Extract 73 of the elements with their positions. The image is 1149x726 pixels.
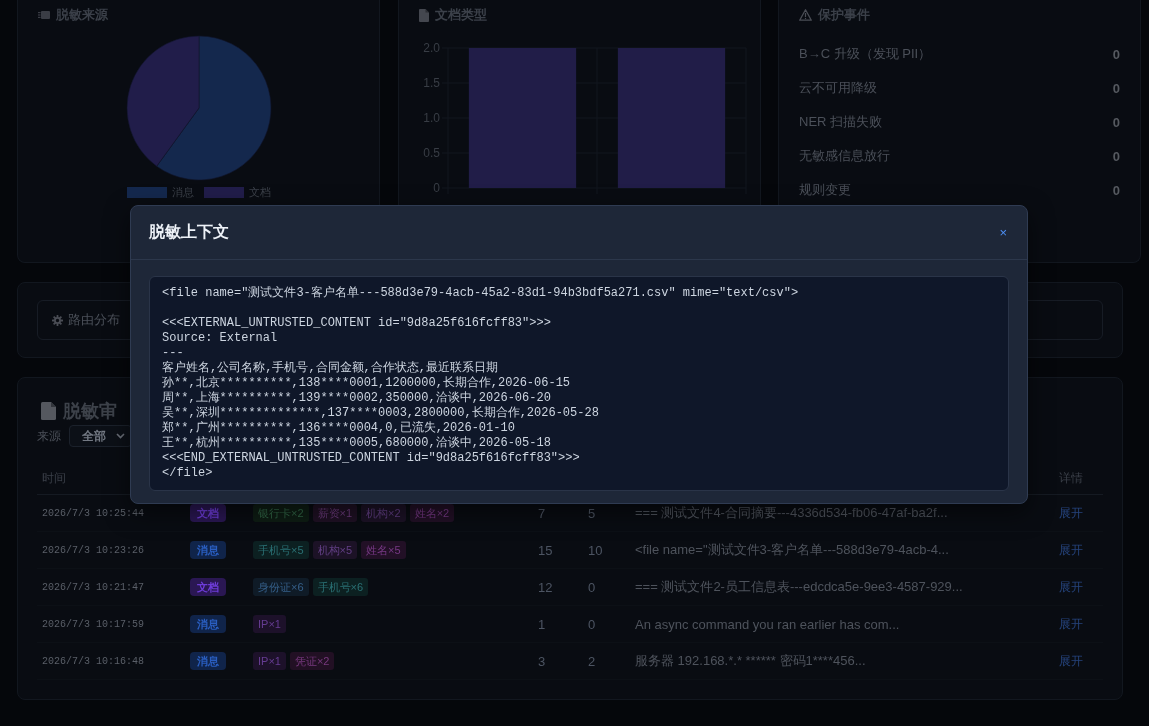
count-cell: 3 <box>538 653 546 669</box>
pii-tag: 凭证×2 <box>289 652 335 670</box>
document-icon <box>41 402 56 420</box>
event-label: NER 扫描失败 <box>799 113 883 131</box>
code-line: 周**,上海**********,139****0002,350000,洽谈中,2026-06-20 <box>162 391 551 405</box>
time-cell: 2026/7/3 10:25:44 <box>42 507 145 519</box>
code-line: Source: External <box>162 331 278 345</box>
event-count: 0 <box>1112 148 1120 164</box>
chevron-icon <box>116 433 125 439</box>
count-cell: 12 <box>538 579 553 595</box>
pii-tag: 机构×5 <box>312 541 358 559</box>
pii-tag: 姓名×2 <box>409 504 455 522</box>
code-line: 吴**,深圳**************,137****0003,2800000,长期合作,2026-05-28 <box>162 406 599 420</box>
source-badge: 消息 <box>190 652 226 670</box>
count-cell: 1 <box>538 616 546 632</box>
code-line: 王**,杭州**********,135****0005,680000,洽谈中,2026-05-18 <box>162 436 551 450</box>
code-line: </file> <box>162 466 213 480</box>
count-cell: 5 <box>588 505 596 521</box>
event-count: 0 <box>1112 114 1120 130</box>
time-cell: 2026/7/3 10:21:47 <box>42 581 145 593</box>
expand-link[interactable]: 展开 <box>1059 504 1083 522</box>
pii-tag: 身份证×6 <box>253 578 309 596</box>
event-label: 规则变更 <box>799 181 851 199</box>
count-cell: 10 <box>588 542 603 558</box>
filter-label: 来源 <box>37 427 61 445</box>
expand-link[interactable]: 展开 <box>1059 615 1083 633</box>
time-cell: 2026/7/3 10:16:48 <box>42 655 145 667</box>
count-cell: 0 <box>588 616 596 632</box>
pii-tag: 姓名×5 <box>361 541 406 559</box>
pii-tag: 手机号×5 <box>253 541 309 559</box>
count-cell: 15 <box>538 542 553 558</box>
warning-icon <box>799 9 812 21</box>
preview-text: === 测试文件2-员工信息表---edcdca5e-9ee3-4587-929... <box>635 578 963 596</box>
time-cell: 2026/7/3 10:17:59 <box>42 618 145 630</box>
code-line: 客户姓名,公司名称,手机号,合同金额,合作状态,最近联系日期 <box>162 361 498 375</box>
event-count: 0 <box>1112 80 1120 96</box>
event-count: 0 <box>1112 182 1120 198</box>
count-cell: 7 <box>538 505 546 521</box>
event-label: B→C 升级（发现 PII） <box>799 45 932 63</box>
event-label: 云不可用降级 <box>799 79 877 97</box>
modal-title: 脱敏上下文 <box>149 222 229 242</box>
tray-icon <box>38 11 50 19</box>
source-badge: 文档 <box>190 504 226 522</box>
time-cell: 2026/7/3 10:23:26 <box>42 544 145 556</box>
document-icon <box>418 8 429 22</box>
code-line: --- <box>162 346 184 360</box>
pii-tag: IP×1 <box>253 652 286 670</box>
pii-tag: IP×1 <box>253 615 286 633</box>
source-badge: 消息 <box>190 615 226 633</box>
source-badge: 消息 <box>190 541 226 559</box>
count-cell: 0 <box>588 579 596 595</box>
pii-tag: 机构×2 <box>361 504 406 522</box>
pii-tag: 薪资×1 <box>312 504 358 522</box>
preview-text: 服务器 192.168.*.* ****** 密码1****456... <box>635 652 866 670</box>
code-line: 郑**,广州**********,136****0004,0,已流失,2026-01-10 <box>162 421 515 435</box>
preview-text: <file name="测试文件3-客户名单---588d3e79-4acb-4... <box>635 541 949 559</box>
expand-link[interactable]: 展开 <box>1059 652 1083 670</box>
event-count: 0 <box>1112 46 1120 62</box>
gear-icon <box>52 314 63 326</box>
source-badge: 文档 <box>190 578 226 596</box>
expand-link[interactable]: 展开 <box>1059 578 1083 596</box>
code-line: 孙**,北京**********,138****0001,1200000,长期合作,2026-06-15 <box>162 376 571 390</box>
expand-link[interactable]: 展开 <box>1059 541 1083 559</box>
source-select[interactable]: 全部 <box>69 425 132 447</box>
count-cell: 2 <box>588 653 596 669</box>
pii-tag: 手机号×6 <box>312 578 369 596</box>
preview-text: An async command you ran earlier has com... <box>635 616 900 632</box>
code-line: <<<EXTERNAL_UNTRUSTED_CONTENT id="9d8a25f616fcff83">>> <box>162 316 551 330</box>
close-button[interactable]: × <box>995 224 1011 241</box>
code-line: <<<END_EXTERNAL_UNTRUSTED_CONTENT id="9d8a25f616fcff83">>> <box>162 451 580 465</box>
section-title: 脱敏审 <box>63 400 117 423</box>
event-label: 无敏感信息放行 <box>799 147 890 165</box>
code-line: <file name="测试文件3-客户名单---588d3e79-4acb-45a2-83d1-94b3bdf5a271.csv" mime="text/csv"> <box>162 286 799 300</box>
